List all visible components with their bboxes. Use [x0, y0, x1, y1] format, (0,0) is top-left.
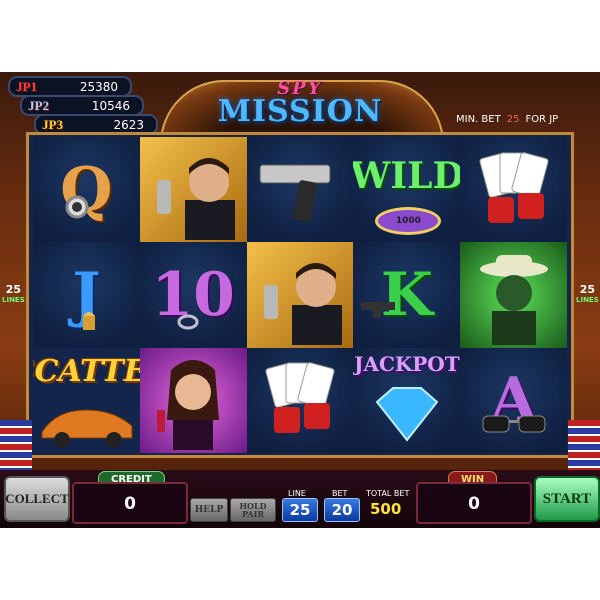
- symbol-scatter: SCATTER: [33, 348, 140, 453]
- game-title: SPY MISSION: [210, 78, 390, 129]
- symbol-a: A: [460, 347, 567, 453]
- ring-icon: [177, 314, 199, 330]
- symbol-agent-pistol: [246, 242, 354, 348]
- jackpot-label: JP1: [16, 78, 37, 94]
- jackpot-value: 25380: [79, 79, 118, 94]
- jackpot-text: JACKPOT: [353, 351, 460, 376]
- title-mission: MISSION: [217, 94, 383, 129]
- agent-icon: [263, 262, 342, 345]
- min-bet-suffix: FOR JP: [525, 114, 559, 125]
- credit-display: 0: [72, 482, 188, 524]
- symbol-pistol: [246, 137, 354, 243]
- symbol-woman-lipstick: [139, 347, 247, 453]
- lines-unit: LINES: [576, 296, 599, 304]
- villain-icon: [479, 254, 548, 345]
- hold-pair-button[interactable]: HOLD PAIR: [230, 498, 276, 522]
- win-display: 0: [416, 482, 532, 524]
- agent-icon: [157, 157, 236, 240]
- symbol-jackpot: JACKPOT: [353, 347, 461, 453]
- total-bet-label: TOTAL BET: [366, 489, 410, 498]
- diamond-icon: [375, 386, 439, 442]
- win-value: 0: [468, 494, 480, 514]
- cards-dice-icon: [265, 362, 335, 434]
- symbol-wild: WILD 1000: [353, 137, 461, 243]
- reel-area: Q WILD 1000 J 10 K CATT JACKPOT A: [26, 132, 574, 458]
- jackpot-value: 10546: [91, 98, 130, 113]
- symbol-cards-dice: [246, 347, 354, 453]
- symbol-k: K: [353, 242, 461, 348]
- cards-dice-icon: [479, 151, 549, 223]
- jackpot-row-2: JP2 10546: [20, 95, 144, 116]
- min-bet-value: 25: [506, 114, 520, 125]
- line-button[interactable]: 25: [282, 498, 318, 522]
- symbol-villain: [460, 242, 567, 348]
- min-bet-info: MIN. BET 25 FOR JP: [456, 114, 558, 125]
- help-button[interactable]: HELP: [190, 498, 228, 522]
- pistol-icon: [259, 164, 331, 222]
- sunglasses-icon: [482, 415, 546, 433]
- bet-label: BET: [332, 489, 348, 498]
- collect-button[interactable]: COLLECT: [4, 476, 70, 522]
- lines-unit: LINES: [2, 296, 25, 304]
- symbol-agent-pistol: [139, 137, 247, 243]
- symbol-cards-dice: [460, 137, 567, 243]
- jackpot-label: JP3: [42, 116, 63, 132]
- jackpot-row-1: JP1 25380: [8, 76, 132, 97]
- line-label: LINE: [288, 489, 306, 498]
- chip-stack: 1000: [375, 207, 442, 235]
- symbol-j: J: [33, 242, 140, 348]
- symbol-q: Q: [33, 137, 140, 243]
- start-button[interactable]: START: [534, 476, 600, 522]
- symbol-10: 10: [139, 242, 247, 348]
- jackpot-label: JP2: [28, 97, 49, 113]
- wild-text: WILD: [353, 155, 461, 197]
- woman-icon: [157, 360, 220, 451]
- credit-value: 0: [124, 494, 136, 514]
- gun-icon: [361, 302, 396, 319]
- bet-button[interactable]: 20: [324, 498, 360, 522]
- bullet-icon: [83, 312, 95, 331]
- chip-value: 1000: [395, 216, 421, 226]
- car-icon: [41, 409, 133, 448]
- jackpot-value: 2623: [113, 117, 144, 132]
- total-bet-value: 500: [370, 500, 402, 518]
- scatter-text: SCATTER: [33, 353, 140, 389]
- min-bet-label: MIN. BET: [456, 114, 501, 125]
- watch-icon: [65, 195, 89, 219]
- lines-indicator-right: 25 LINES: [576, 284, 599, 306]
- reel-grid: Q WILD 1000 J 10 K CATT JACKPOT A: [33, 137, 567, 453]
- lines-indicator-left: 25 LINES: [2, 284, 25, 306]
